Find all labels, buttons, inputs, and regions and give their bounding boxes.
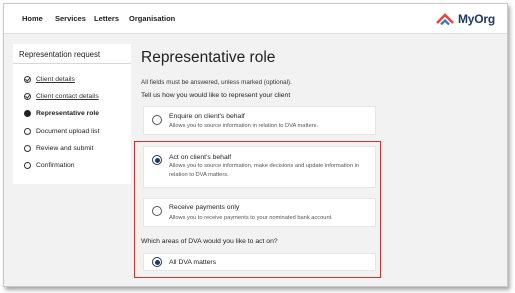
- nav-organisation[interactable]: Organisation: [129, 14, 175, 23]
- myorg-chevron-logo-icon: [436, 13, 454, 26]
- myorg-logo[interactable]: MyOrg: [435, 11, 495, 27]
- option-enquire[interactable]: Enquire on client's behalf Allows you to…: [143, 106, 376, 135]
- empty-circle-icon: [24, 127, 31, 135]
- nav-home[interactable]: Home: [22, 14, 43, 23]
- option-description: Allows you to source information in rela…: [169, 123, 319, 129]
- step-label: Review and submit: [36, 144, 94, 152]
- nav-letters[interactable]: Letters: [94, 14, 119, 23]
- check-circle-icon: [24, 75, 31, 83]
- option-title: Enquire on client's behalf: [169, 113, 245, 120]
- highlight-annotation-box: [134, 141, 381, 278]
- step-client-contact-details[interactable]: Client contact details: [24, 91, 99, 101]
- sidebar-divider: [13, 63, 131, 64]
- sidebar-title: Representation request: [19, 50, 101, 59]
- step-document-upload-list: Document upload list: [24, 126, 99, 136]
- top-navigation: Home Services Letters Organisation MyOrg: [4, 4, 507, 34]
- radio-enquire[interactable]: [152, 115, 162, 125]
- step-representative-role: Representative role: [24, 108, 99, 118]
- nav-services[interactable]: Services: [55, 14, 86, 23]
- role-question: Tell us how you would like to represent …: [141, 92, 291, 99]
- step-confirmation: Confirmation: [24, 160, 75, 170]
- empty-circle-icon: [24, 144, 31, 152]
- check-circle-icon: [24, 92, 31, 100]
- progress-sidebar: Representation request Client details Cl…: [13, 44, 131, 184]
- form-hint: All fields must be answered, unless mark…: [141, 79, 292, 86]
- step-label: Document upload list: [36, 127, 100, 135]
- step-label: Representative role: [36, 109, 100, 117]
- step-client-details[interactable]: Client details: [24, 74, 75, 84]
- step-label[interactable]: Client contact details: [36, 93, 99, 100]
- empty-circle-icon: [24, 161, 31, 169]
- current-step-icon: [24, 109, 31, 117]
- app-window: Home Services Letters Organisation MyOrg…: [3, 3, 508, 287]
- page-title: Representative role: [141, 49, 276, 66]
- step-review-and-submit: Review and submit: [24, 143, 93, 153]
- logo-text: MyOrg: [457, 12, 495, 26]
- step-label: Confirmation: [36, 161, 75, 169]
- step-label[interactable]: Client details: [36, 76, 75, 83]
